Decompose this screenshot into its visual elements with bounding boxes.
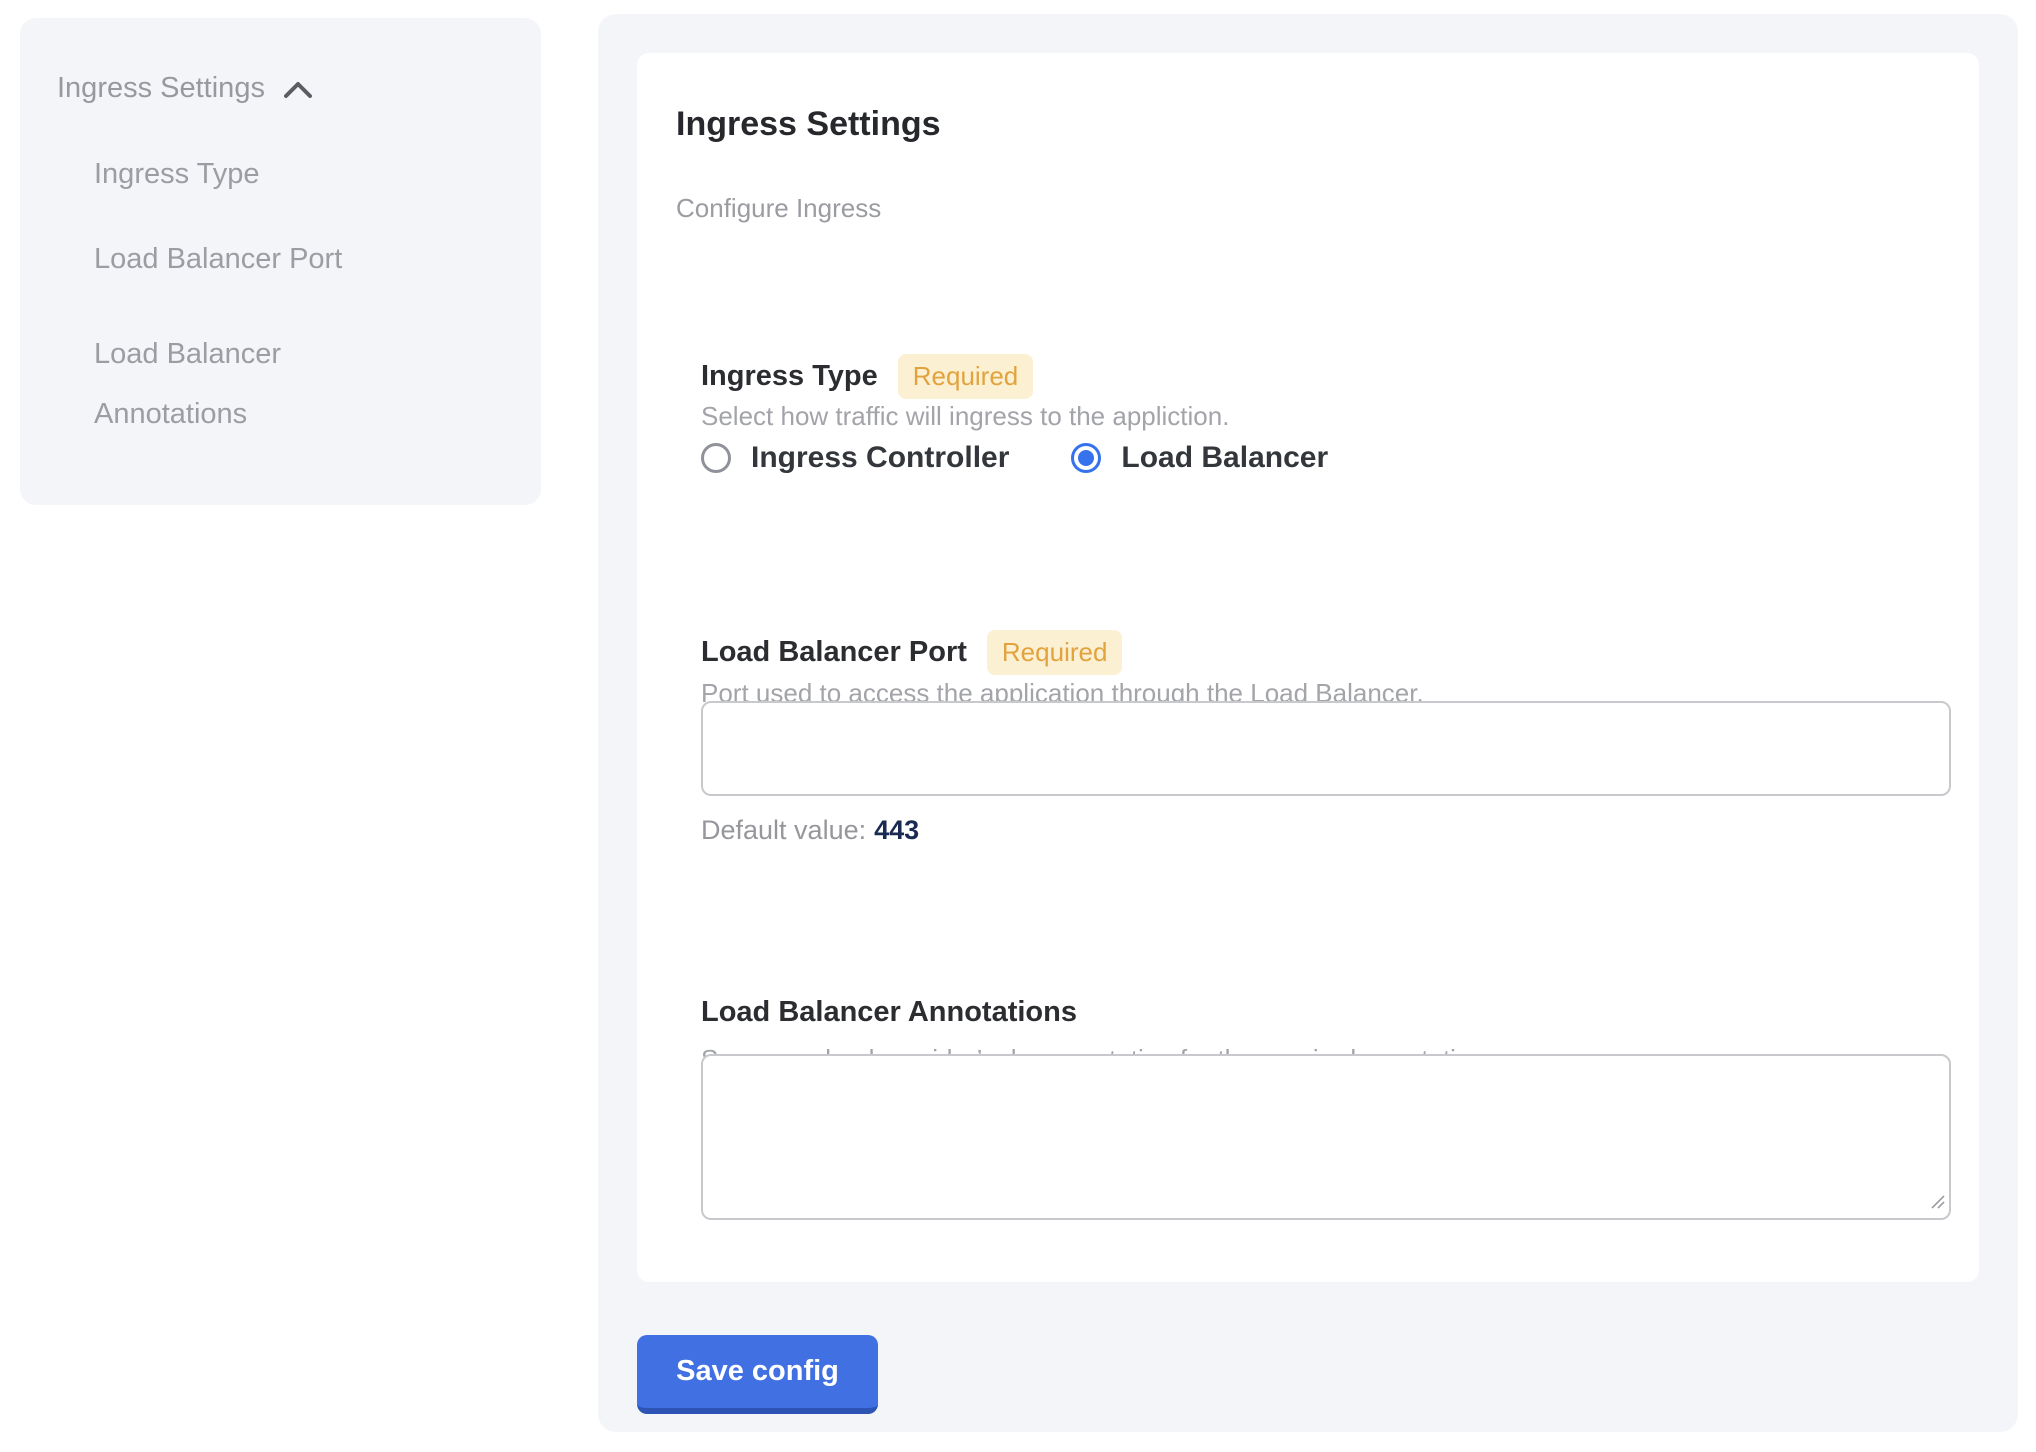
default-value: 443	[874, 815, 919, 845]
load-balancer-port-label: Load Balancer Port	[701, 636, 967, 669]
ingress-type-radio-group: Ingress Controller Load Balancer	[701, 441, 1328, 475]
radio-option-load-balancer[interactable]: Load Balancer	[1071, 441, 1328, 475]
save-config-button[interactable]: Save config	[637, 1335, 878, 1414]
nav-items: Ingress Type Load Balancer Port Load Bal…	[94, 154, 511, 444]
ingress-type-label: Ingress Type	[701, 360, 878, 393]
ingress-settings-card: Ingress Settings Configure Ingress Ingre…	[637, 53, 1979, 1282]
radio-load-balancer[interactable]	[1071, 443, 1101, 473]
load-balancer-annotations-textarea[interactable]	[701, 1054, 1951, 1220]
chevron-up-icon	[281, 78, 315, 102]
load-balancer-port-heading: Load Balancer Port Required	[701, 630, 1122, 675]
load-balancer-port-input[interactable]	[701, 701, 1951, 796]
load-balancer-annotations-label: Load Balancer Annotations	[701, 996, 1077, 1029]
nav-item-load-balancer-annotations[interactable]: Load Balancer Annotations	[94, 324, 424, 444]
nav-section-ingress-settings[interactable]: Ingress Settings	[57, 70, 511, 106]
default-value-line: Default value: 443	[701, 815, 919, 846]
ingress-type-description: Select how traffic will ingress to the a…	[701, 401, 1229, 432]
radio-ingress-controller[interactable]	[701, 443, 731, 473]
annotations-textarea-wrap	[701, 1054, 1951, 1220]
main-panel: Ingress Settings Configure Ingress Ingre…	[598, 14, 2018, 1432]
load-balancer-annotations-heading: Load Balancer Annotations	[701, 996, 1077, 1029]
nav-item-ingress-type[interactable]: Ingress Type	[94, 154, 424, 194]
default-value-label: Default value:	[701, 815, 866, 845]
radio-label-ingress-controller: Ingress Controller	[751, 441, 1009, 475]
ingress-type-heading: Ingress Type Required	[701, 354, 1033, 399]
required-badge: Required	[898, 354, 1034, 399]
required-badge: Required	[987, 630, 1123, 675]
radio-option-ingress-controller[interactable]: Ingress Controller	[701, 441, 1009, 475]
page-subtitle: Configure Ingress	[676, 193, 881, 224]
page-title: Ingress Settings	[676, 105, 941, 144]
radio-label-load-balancer: Load Balancer	[1121, 441, 1328, 475]
settings-nav: Ingress Settings Ingress Type Load Balan…	[20, 18, 541, 505]
nav-section-label: Ingress Settings	[57, 70, 265, 106]
nav-item-load-balancer-port[interactable]: Load Balancer Port	[94, 239, 424, 279]
